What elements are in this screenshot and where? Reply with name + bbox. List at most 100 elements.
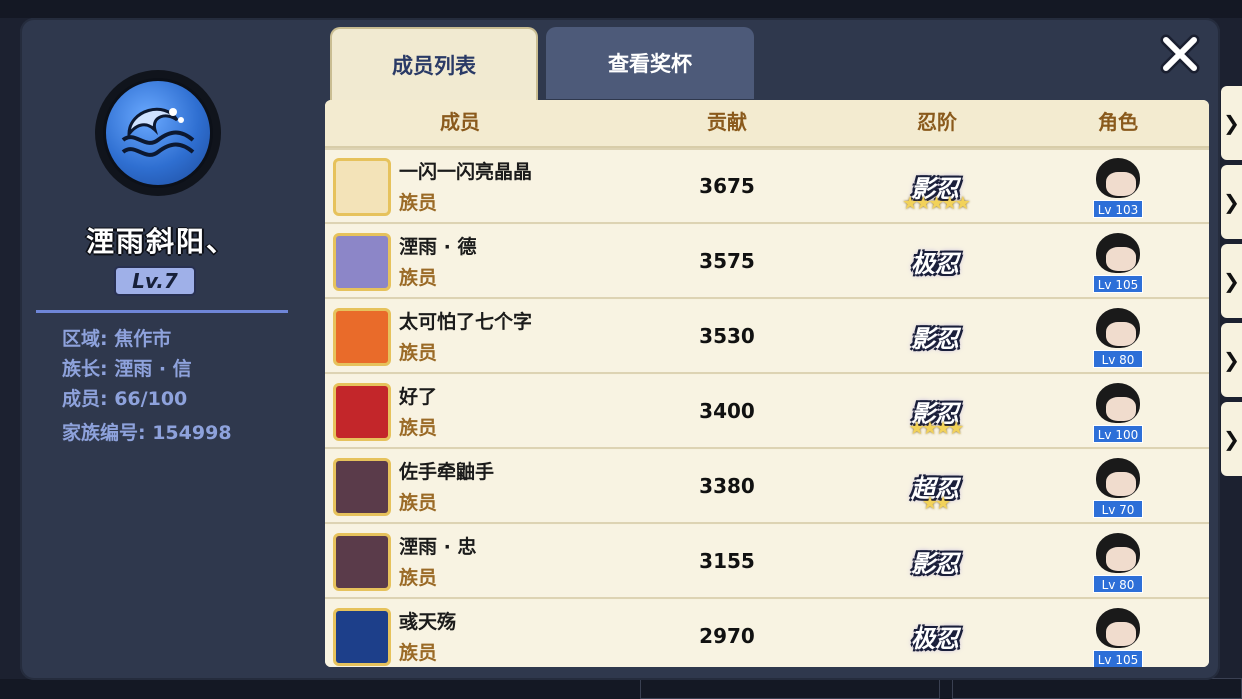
clan-region: 区域: 焦作市 [62,328,172,350]
role-level-badge: Lv 100 [1093,425,1143,443]
clan-member-count: 成员: 66/100 [62,388,188,410]
member-contribution: 2970 [699,624,755,648]
ninja-rank-badge: 超忍 ★★ [890,458,980,515]
ninja-rank-label: 影忍 [911,549,959,578]
ninja-rank-badge: 影忍 ★★★★ [890,383,980,440]
character-face [1106,472,1136,496]
character-icon [1096,158,1140,198]
close-button[interactable] [1156,30,1204,78]
clan-id: 家族编号: 154998 [62,422,232,444]
table-header: 成员 贡献 忍阶 角色 [325,100,1209,148]
character-face [1106,622,1136,646]
member-contribution: 3155 [699,549,755,573]
role-level-badge: Lv 80 [1093,350,1143,368]
member-name: 湮雨 · 德 [399,236,477,258]
member-contribution: 3400 [699,399,755,423]
character-face [1106,247,1136,271]
member-avatar [333,383,391,441]
member-name: 太可怕了七个字 [399,311,533,333]
table-row[interactable]: 湮雨 · 忠族员 3155 影忍 Lv 80 [325,525,1209,599]
header-member: 成员 [440,110,480,134]
backdrop-top [0,0,1242,18]
member-name: 湮雨 · 忠 [399,536,477,558]
character-icon [1096,458,1140,498]
tab-view-trophies[interactable]: 查看奖杯 [546,27,754,99]
role-portrait: Lv 105 [1093,231,1143,293]
rank-stars-icon: ★★★★ [908,418,965,439]
member-rank: 族员 [399,342,438,364]
character-icon [1096,533,1140,573]
ninja-rank-badge: 极忍 [890,233,980,289]
member-name: 佐手牵鼬手 [399,461,495,483]
member-contribution: 3530 [699,324,755,348]
clan-name: 湮雨斜阳、 [85,225,236,258]
character-icon [1096,308,1140,348]
rank-stars-icon: ★★★★★ [902,193,971,214]
role-portrait: Lv 80 [1093,531,1143,593]
ninja-rank-badge: 影忍 ★★★★★ [890,158,980,215]
member-avatar [333,608,391,666]
tab-member-list[interactable]: 成员列表 [330,27,538,101]
ninja-rank-label: 影忍 [911,324,959,353]
member-rank: 族员 [399,417,438,439]
chevron-right-icon[interactable]: ❯ [1221,323,1242,397]
role-level-badge: Lv 103 [1093,200,1143,218]
role-level-badge: Lv 80 [1093,575,1143,593]
header-role: 角色 [1098,110,1138,134]
member-name: 一闪一闪亮晶晶 [399,161,533,183]
member-name: 好了 [399,386,438,408]
member-avatar [333,458,391,516]
table-row[interactable]: 太可怕了七个字 族员 3530 影忍 Lv 80 [325,300,1209,374]
backdrop-button-left [640,678,940,699]
member-rank: 族员 [399,642,438,664]
role-portrait: Lv 80 [1093,306,1143,368]
chevron-right-icon[interactable]: ❯ [1221,244,1242,318]
member-rank: 族员 [399,492,438,514]
member-rank: 族员 [399,192,438,214]
role-level-badge: Lv 70 [1093,500,1143,518]
character-face [1106,172,1136,196]
character-icon [1096,233,1140,273]
table-row[interactable]: 一闪一闪亮晶晶 族员 3675 影忍 ★★★★★ Lv 103 [325,150,1209,224]
character-icon [1096,383,1140,423]
ninja-rank-badge: 影忍 [890,533,980,589]
rank-stars-icon: ★★ [921,493,951,514]
ninja-rank-badge: 极忍 [890,608,980,664]
member-contribution: 3575 [699,249,755,273]
ninja-rank-label: 极忍 [911,624,959,653]
role-portrait: Lv 103 [1093,156,1143,218]
ninja-rank-label: 极忍 [911,249,959,278]
character-face [1106,322,1136,346]
member-avatar [333,308,391,366]
member-contribution: 3380 [699,474,755,498]
wave-emblem-icon [103,78,213,188]
ninja-rank-badge: 影忍 [890,308,980,364]
clan-level-badge: Lv.7 [114,266,196,296]
divider [36,310,288,313]
table-row[interactable]: 湮雨 · 德族员 3575 极忍 Lv 105 [325,225,1209,299]
chevron-right-icon[interactable]: ❯ [1221,86,1242,160]
table-row[interactable]: 好了族员 3400 影忍 ★★★★ Lv 100 [325,375,1209,449]
member-name: 彧天殇 [399,611,457,633]
role-portrait: Lv 70 [1093,456,1143,518]
close-icon [1160,34,1200,74]
table-row[interactable]: 佐手牵鼬手族员 3380 超忍 ★★ Lv 70 [325,450,1209,524]
chevron-right-icon[interactable]: ❯ [1221,165,1242,239]
role-level-badge: Lv 105 [1093,650,1143,667]
role-portrait: Lv 100 [1093,381,1143,443]
member-contribution: 3675 [699,174,755,198]
member-avatar [333,158,391,216]
member-rank: 族员 [399,267,438,289]
role-level-badge: Lv 105 [1093,275,1143,293]
chevron-right-icon[interactable]: ❯ [1221,402,1242,476]
clan-leader: 族长: 湮雨 · 信 [62,358,192,380]
clan-emblem [95,70,221,196]
character-icon [1096,608,1140,648]
backdrop-button-right [952,678,1242,699]
character-face [1106,547,1136,571]
member-table: 成员 贡献 忍阶 角色 一闪一闪亮晶晶 族员 3675 影忍 ★★★★★ Lv 103 湮雨… [325,100,1209,667]
character-face [1106,397,1136,421]
member-avatar [333,233,391,291]
member-rank: 族员 [399,567,438,589]
table-row[interactable]: 彧天殇族员 2970 极忍 Lv 105 [325,600,1209,667]
